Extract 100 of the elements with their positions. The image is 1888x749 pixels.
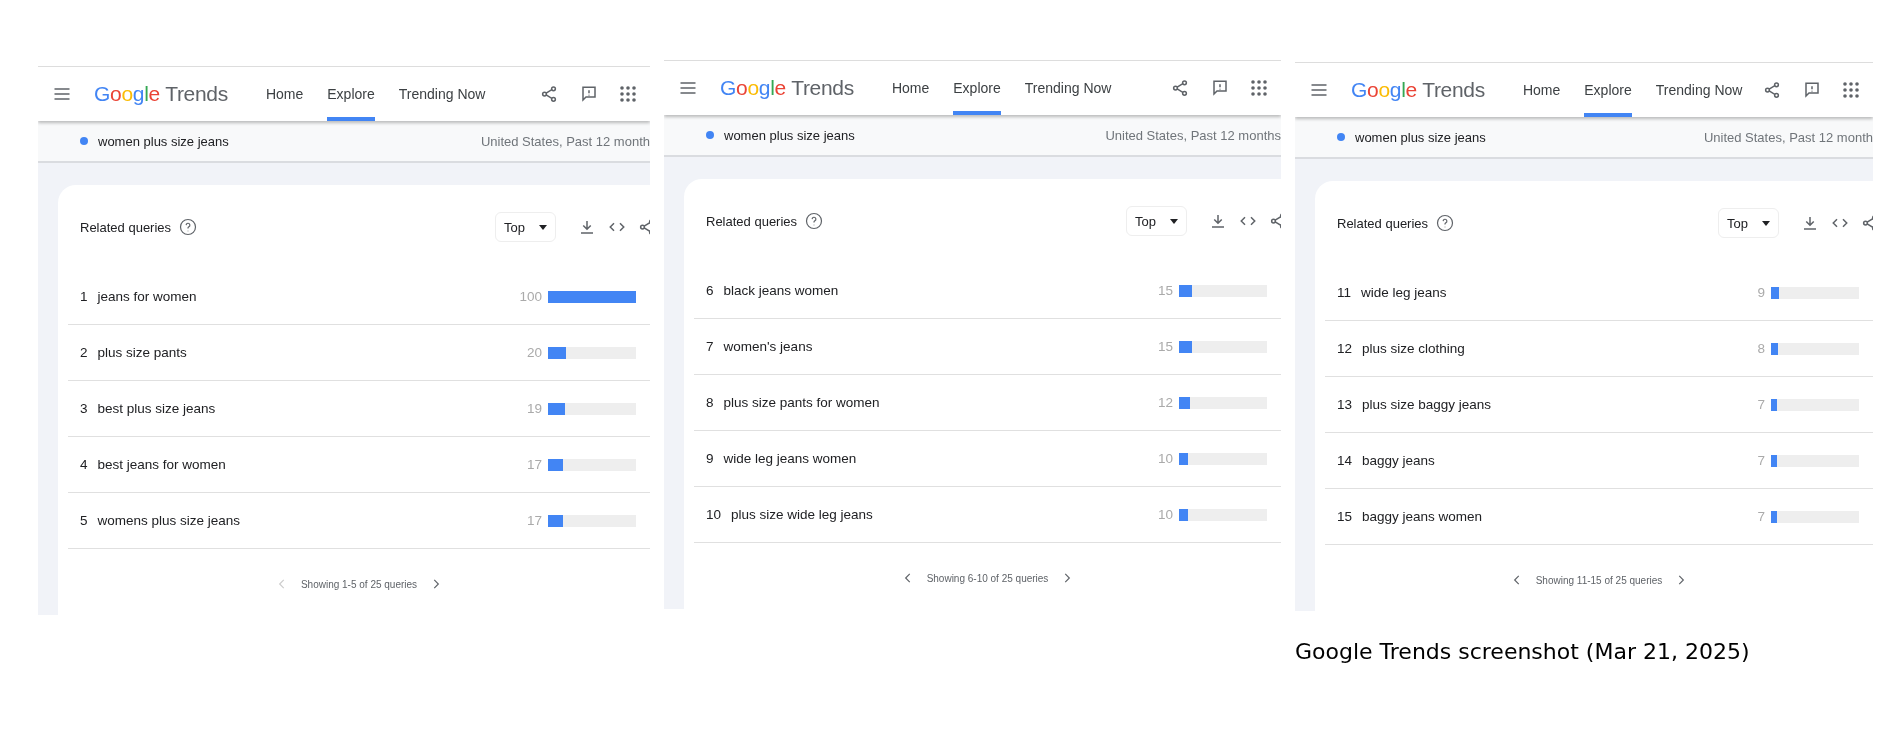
logo: Google Trends [94,82,228,106]
apps-button[interactable] [620,86,636,102]
query-value: 7 [1757,509,1765,524]
feedback-button[interactable] [1211,79,1229,97]
share-button[interactable] [540,85,558,103]
search-term: women plus size jeans [724,127,855,143]
search-term: women plus size jeans [1355,129,1486,145]
nav-tab[interactable]: Trending Now [1655,63,1743,117]
apps-button[interactable] [1843,82,1859,98]
feedback-button[interactable] [1803,81,1821,99]
query-value: 8 [1757,341,1765,356]
rank-number: 7 [706,339,714,354]
rank-number: 14 [1337,453,1353,468]
feedback-icon [1803,81,1821,99]
nav-tab[interactable]: Home [891,61,930,115]
share-icon [1171,79,1189,97]
card-title: Related queries [706,213,798,229]
feedback-button[interactable] [580,85,598,103]
caption: Google Trends screenshot (Mar 21, 2025) [1295,639,1751,664]
feedback-icon [1211,79,1229,97]
apps-button[interactable] [1251,80,1267,96]
rank-number: 9 [706,451,714,466]
query-value: 17 [526,513,542,528]
query-text: wide leg jeans [1361,285,1447,300]
rank-number: 3 [80,401,88,416]
query-value: 17 [526,457,542,472]
rank-number: 5 [80,513,88,528]
rank-number: 11 [1337,285,1351,300]
help-icon [805,212,824,230]
rank-number: 10 [706,507,722,522]
caret-icon [1170,218,1178,224]
query-text: women's jeans [723,339,813,354]
query-text: womens plus size jeans [97,513,241,528]
sort-dropdown[interactable]: Top [1718,208,1779,238]
query-value: 7 [1757,453,1765,468]
rank-number: 2 [80,345,88,360]
help-button[interactable] [179,218,198,236]
query-value: 12 [1157,395,1173,410]
download-button[interactable] [578,218,596,236]
pagination-text: Showing 6-10 of 25 queries [926,572,1049,584]
pagination-text: Showing 11-15 of 25 queries [1535,574,1663,586]
rank-number: 4 [80,457,88,472]
filters-text: United States, Past 12 months [1105,127,1281,143]
sort-dropdown[interactable]: Top [495,212,556,242]
query-value: 10 [1157,451,1173,466]
query-value: 9 [1757,285,1765,300]
filters-text: United States, Past 12 month [480,133,650,149]
card-title: Related queries [1337,215,1429,231]
help-button[interactable] [1436,214,1455,232]
query-text: plus size baggy jeans [1362,397,1492,412]
feedback-icon [580,85,598,103]
nav-tab[interactable]: Trending Now [398,67,486,121]
rank-number: 6 [706,283,714,298]
query-value: 10 [1157,507,1173,522]
filters-text: United States, Past 12 month [1703,129,1873,145]
query-value: 19 [526,401,542,416]
query-text: jeans for women [97,289,197,304]
card-title: Related queries [80,219,172,235]
share-icon [540,85,558,103]
nav-tab[interactable]: Home [1522,63,1561,117]
download-icon [578,218,596,236]
apps-grid-icon [1251,80,1267,96]
download-icon [1209,212,1227,230]
search-term: women plus size jeans [98,133,229,149]
help-icon [179,218,198,236]
rank-number: 1 [80,289,88,304]
caret-icon [1762,220,1770,226]
query-text: plus size wide leg jeans [731,507,873,522]
logo: Google Trends [1351,78,1485,102]
rank-number: 12 [1337,341,1353,356]
rank-number: 15 [1337,509,1353,524]
pagination-text: Showing 1-5 of 25 queries [300,578,418,590]
query-value: 15 [1157,283,1173,298]
share-icon [1763,81,1781,99]
query-text: plus size pants for women [723,395,880,410]
query-text: plus size pants [97,345,187,360]
query-text: black jeans women [723,283,839,298]
apps-grid-icon [1843,82,1859,98]
query-text: best plus size jeans [97,401,216,416]
query-value: 100 [519,289,542,304]
download-button[interactable] [1801,214,1819,232]
nav-tab[interactable]: Trending Now [1024,61,1112,115]
query-value: 7 [1757,397,1765,412]
query-text: best jeans for women [97,457,226,472]
query-text: wide leg jeans women [723,451,857,466]
help-icon [1436,214,1455,232]
apps-grid-icon [620,86,636,102]
query-text: plus size clothing [1362,341,1465,356]
query-text: baggy jeans [1362,453,1435,468]
download-button[interactable] [1209,212,1227,230]
rank-number: 13 [1337,397,1353,412]
rank-number: 8 [706,395,714,410]
query-value: 20 [526,345,542,360]
help-button[interactable] [805,212,824,230]
nav-tab[interactable]: Home [265,67,304,121]
sort-dropdown[interactable]: Top [1126,206,1187,236]
download-icon [1801,214,1819,232]
share-button[interactable] [1763,81,1781,99]
logo: Google Trends [720,76,854,100]
share-button[interactable] [1171,79,1189,97]
